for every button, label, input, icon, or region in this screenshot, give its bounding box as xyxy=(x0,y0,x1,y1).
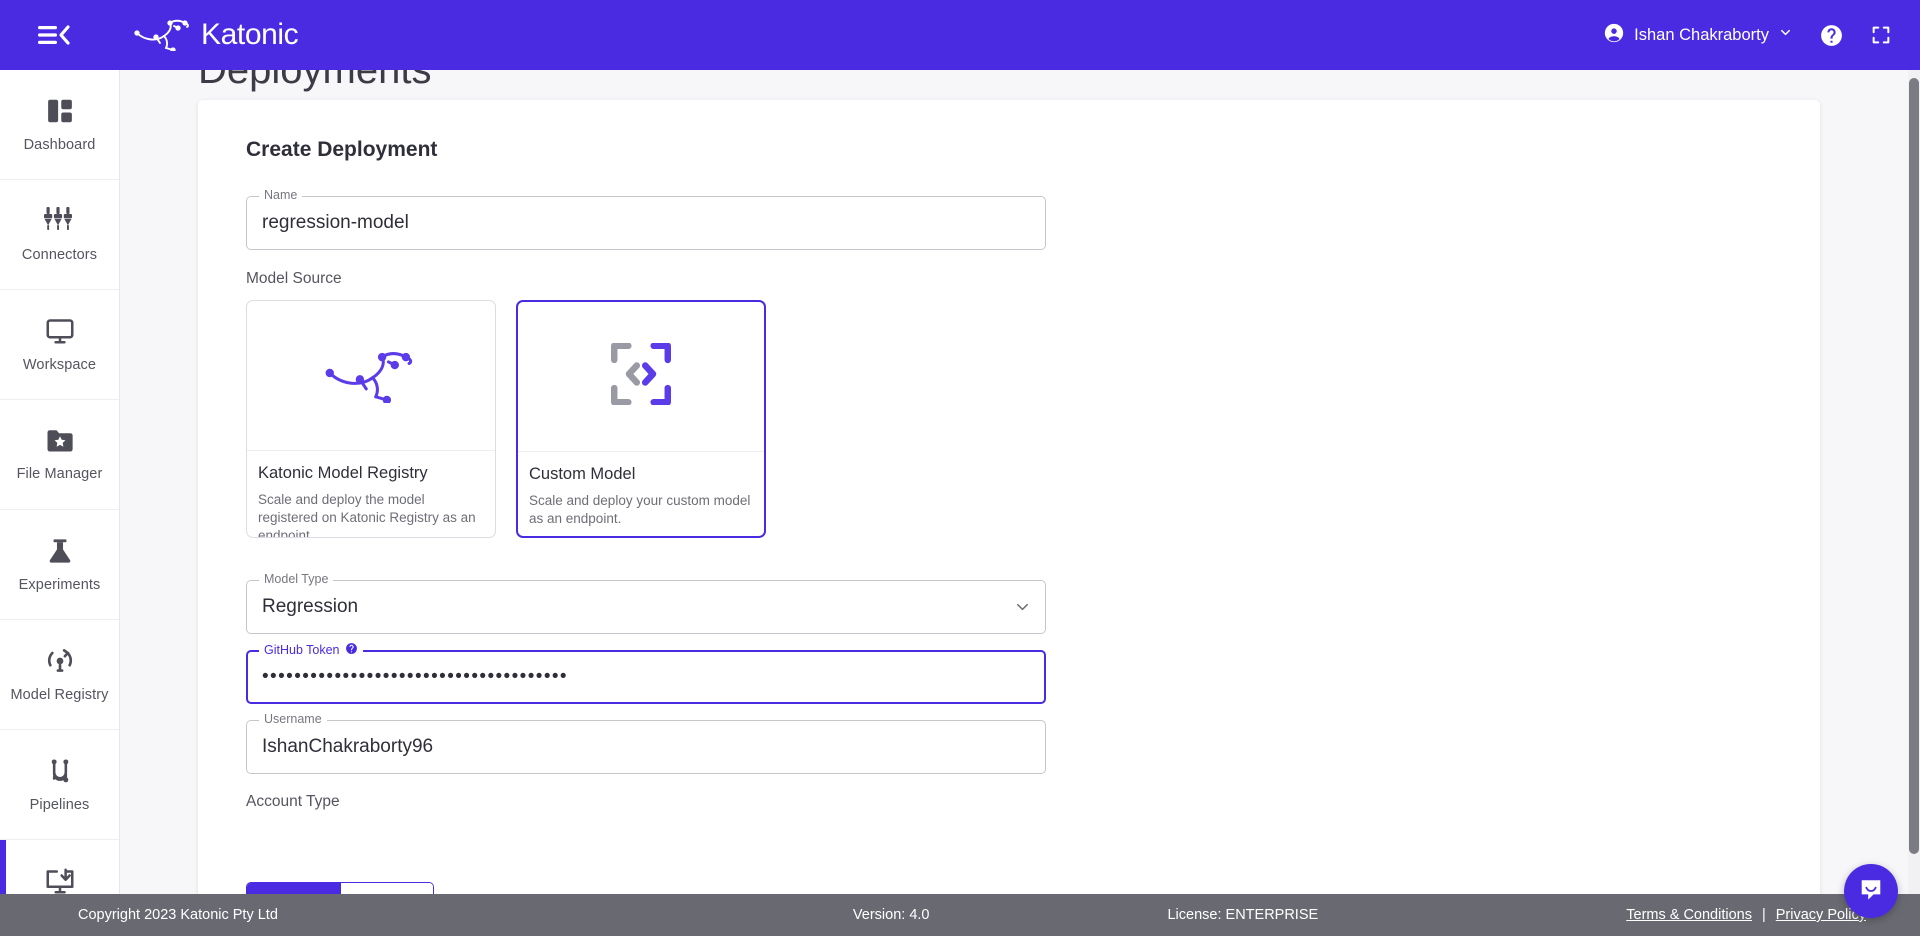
dashboard-icon xyxy=(45,96,75,126)
sidebar-item-model-registry[interactable]: Model Registry xyxy=(0,620,119,730)
kangaroo-logo-icon xyxy=(134,15,192,56)
chevron-down-icon xyxy=(1778,25,1793,45)
vertical-scrollbar-thumb[interactable] xyxy=(1909,78,1919,854)
left-sidebar-nav: Dashboard Connectors Workspace File Mana… xyxy=(0,70,120,936)
top-header-bar: Katonic Ishan Chakraborty xyxy=(0,0,1920,70)
sidebar-item-dashboard[interactable]: Dashboard xyxy=(0,70,119,180)
intercom-chat-icon xyxy=(1858,876,1884,907)
card-artwork xyxy=(518,302,764,452)
github-username-field[interactable]: Username IshanChakraborty96 xyxy=(246,712,1046,774)
brand-name: Katonic xyxy=(201,18,299,51)
model-source-option-custom-model[interactable]: Custom Model Scale and deploy your custo… xyxy=(516,300,766,538)
form-heading: Create Deployment xyxy=(246,138,438,161)
katonic-kangaroo-icon xyxy=(325,343,417,408)
user-menu[interactable]: Ishan Chakraborty xyxy=(1603,22,1793,49)
folder-star-icon xyxy=(45,427,75,455)
deployment-name-input[interactable]: regression-model xyxy=(262,196,1002,250)
card-title: Katonic Model Registry xyxy=(258,464,428,482)
sidebar-item-connectors[interactable]: Connectors xyxy=(0,180,119,290)
monitor-icon xyxy=(44,316,76,346)
card-description: Scale and deploy the model registered on… xyxy=(258,492,476,538)
sidebar-item-label: Experiments xyxy=(18,577,101,593)
intercom-chat-launcher[interactable] xyxy=(1844,864,1898,918)
deploy-icon xyxy=(44,866,76,896)
user-name-label: Ishan Chakraborty xyxy=(1634,25,1769,44)
model-source-option-katonic-registry[interactable]: Katonic Model Registry Scale and deploy … xyxy=(246,300,496,538)
footer-separator: | xyxy=(1761,907,1766,923)
account-type-label: Account Type xyxy=(246,793,340,810)
deployment-name-field[interactable]: Name regression-model xyxy=(246,188,1046,250)
sidebar-item-pipelines[interactable]: Pipelines xyxy=(0,730,119,840)
github-username-input[interactable]: IshanChakraborty96 xyxy=(262,720,1002,774)
sidebar-item-label: Connectors xyxy=(21,247,98,263)
model-type-field[interactable]: Model Type Regression xyxy=(246,572,1046,634)
code-brackets-icon xyxy=(610,342,672,410)
chevron-down-icon[interactable] xyxy=(1013,598,1032,617)
github-token-input[interactable]: •••••••••••••••••••••••••••••••••••••• xyxy=(262,650,1002,704)
main-content-scroll-area: Deployments Create Deployment Name regre… xyxy=(120,70,1920,936)
connectors-icon xyxy=(43,206,76,236)
hamburger-collapse-icon[interactable] xyxy=(22,0,86,70)
model-source-label: Model Source xyxy=(246,270,342,287)
sidebar-item-label: Workspace xyxy=(22,357,97,373)
create-deployment-card: Create Deployment Name regression-model … xyxy=(198,100,1820,936)
sidebar-item-label: Dashboard xyxy=(23,137,96,153)
account-circle-icon xyxy=(1603,22,1625,49)
footer-bar: Copyright 2023 Katonic Pty Ltd Version: … xyxy=(0,894,1920,936)
pipelines-icon xyxy=(46,756,74,786)
sidebar-item-label: File Manager xyxy=(16,466,103,482)
github-token-field[interactable]: GitHub Token •••••••••••••••••••••••••••… xyxy=(246,642,1046,704)
sidebar-item-file-manager[interactable]: File Manager xyxy=(0,400,119,510)
terms-and-conditions-link[interactable]: Terms & Conditions xyxy=(1626,907,1752,923)
help-circle-icon[interactable] xyxy=(1819,23,1844,48)
card-description: Scale and deploy your custom model as an… xyxy=(529,493,751,526)
footer-version: Version: 4.0 xyxy=(852,907,930,923)
sidebar-item-label: Model Registry xyxy=(10,687,109,703)
sidebar-item-label: Pipelines xyxy=(29,797,90,813)
sidebar-item-experiments[interactable]: Experiments xyxy=(0,510,119,620)
brand-logo[interactable]: Katonic xyxy=(134,15,299,56)
page-title: Deployments xyxy=(198,70,432,92)
sidebar-item-workspace[interactable]: Workspace xyxy=(0,290,119,400)
fullscreen-icon[interactable] xyxy=(1870,24,1892,46)
card-title: Custom Model xyxy=(529,465,636,483)
footer-copyright: Copyright 2023 Katonic Pty Ltd xyxy=(78,907,278,923)
card-artwork xyxy=(247,301,495,451)
footer-license: License: ENTERPRISE xyxy=(1167,907,1319,923)
model-type-select-value[interactable]: Regression xyxy=(262,580,1002,634)
model-registry-icon xyxy=(45,646,75,676)
flask-icon xyxy=(46,536,74,566)
